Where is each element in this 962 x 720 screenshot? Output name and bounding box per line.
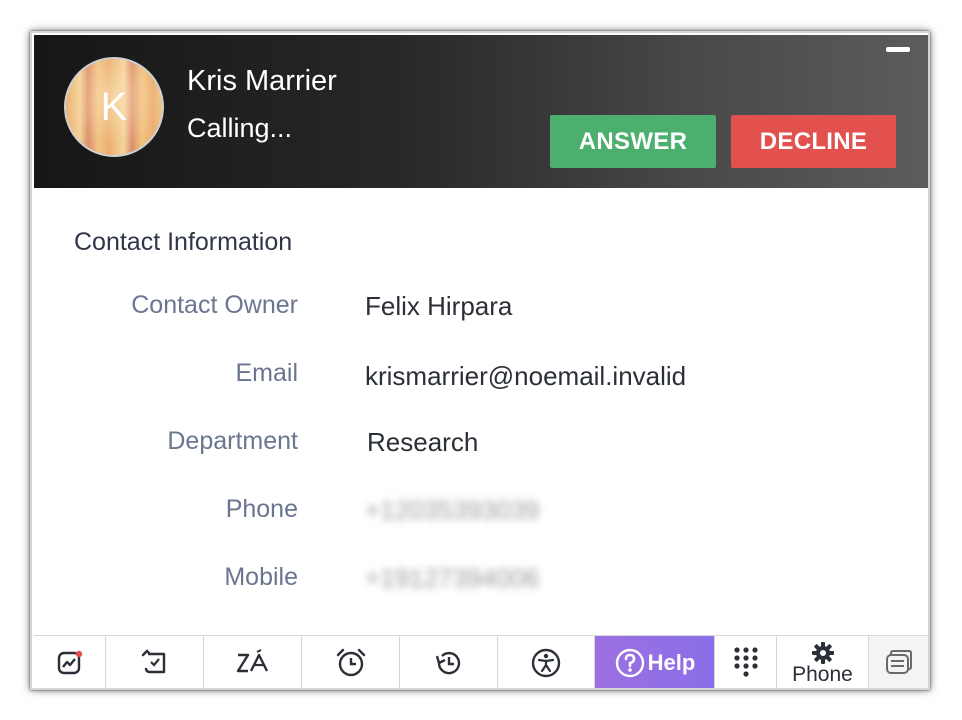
avatar-initial: K [100, 84, 128, 129]
history-icon [435, 651, 460, 674]
help-circle-icon [615, 648, 644, 677]
chart-activity-icon [57, 650, 82, 674]
field-row-email: Email krismarrier@noemail.invalid [32, 359, 912, 399]
help-label: Help [647, 649, 696, 675]
incoming-call-header: K Kris Marrier Calling... ANSWER DECLINE [34, 35, 928, 188]
field-row-mobile: Mobile +19127394006 [32, 563, 912, 603]
toolbar-phone-settings-button[interactable]: Phone [777, 636, 869, 688]
caller-name: Kris Marrier [187, 65, 337, 97]
mobile-label: Mobile [224, 563, 298, 591]
toolbar-dialpad-button[interactable] [715, 636, 777, 688]
toolbar-reminder-button[interactable] [302, 636, 400, 688]
decline-button[interactable]: DECLINE [731, 115, 896, 168]
toolbar-help-button[interactable]: Help [595, 636, 715, 688]
alarm-clock-icon [336, 648, 365, 676]
phone-settings-label: Phone [792, 662, 853, 686]
mobile-value[interactable]: +19127394006 [365, 563, 539, 594]
toolbar-notes-button[interactable] [869, 636, 928, 688]
gear-icon [811, 641, 834, 664]
avatar: K [64, 57, 164, 157]
accessibility-icon [531, 648, 561, 677]
contact-owner-value: Felix Hirpara [365, 291, 513, 321]
phone-value[interactable]: +12035393039 [365, 495, 539, 526]
contact-information-title: Contact Information [74, 228, 293, 256]
field-row-department: Department Research [32, 427, 912, 467]
minimize-button[interactable] [886, 47, 910, 52]
email-value[interactable]: krismarrier@noemail.invalid [365, 361, 686, 392]
field-row-phone: Phone +12035393039 [32, 495, 912, 535]
answer-button[interactable]: ANSWER [550, 115, 716, 168]
field-row-contact-owner: Contact Owner Felix Hirpara [32, 291, 912, 331]
tasks-icon [141, 648, 165, 673]
phone-label: Phone [225, 495, 298, 523]
call-status: Calling... [187, 113, 293, 143]
translate-icon [236, 648, 268, 672]
call-popup-window: K Kris Marrier Calling... ANSWER DECLINE… [30, 31, 930, 690]
department-label: Department [167, 427, 298, 455]
toolbar-history-button[interactable] [400, 636, 498, 688]
contact-owner-label: Contact Owner [131, 291, 298, 319]
toolbar-activity-button[interactable] [34, 636, 106, 688]
department-value: Research [367, 427, 479, 457]
dialpad-icon [733, 646, 758, 677]
toolbar-tasks-button[interactable] [106, 636, 204, 688]
notes-icon [885, 649, 912, 674]
toolbar-translate-button[interactable] [204, 636, 302, 688]
email-label: Email [235, 359, 298, 387]
bottom-toolbar: Help Phone [34, 635, 928, 688]
toolbar-accessibility-button[interactable] [498, 636, 595, 688]
